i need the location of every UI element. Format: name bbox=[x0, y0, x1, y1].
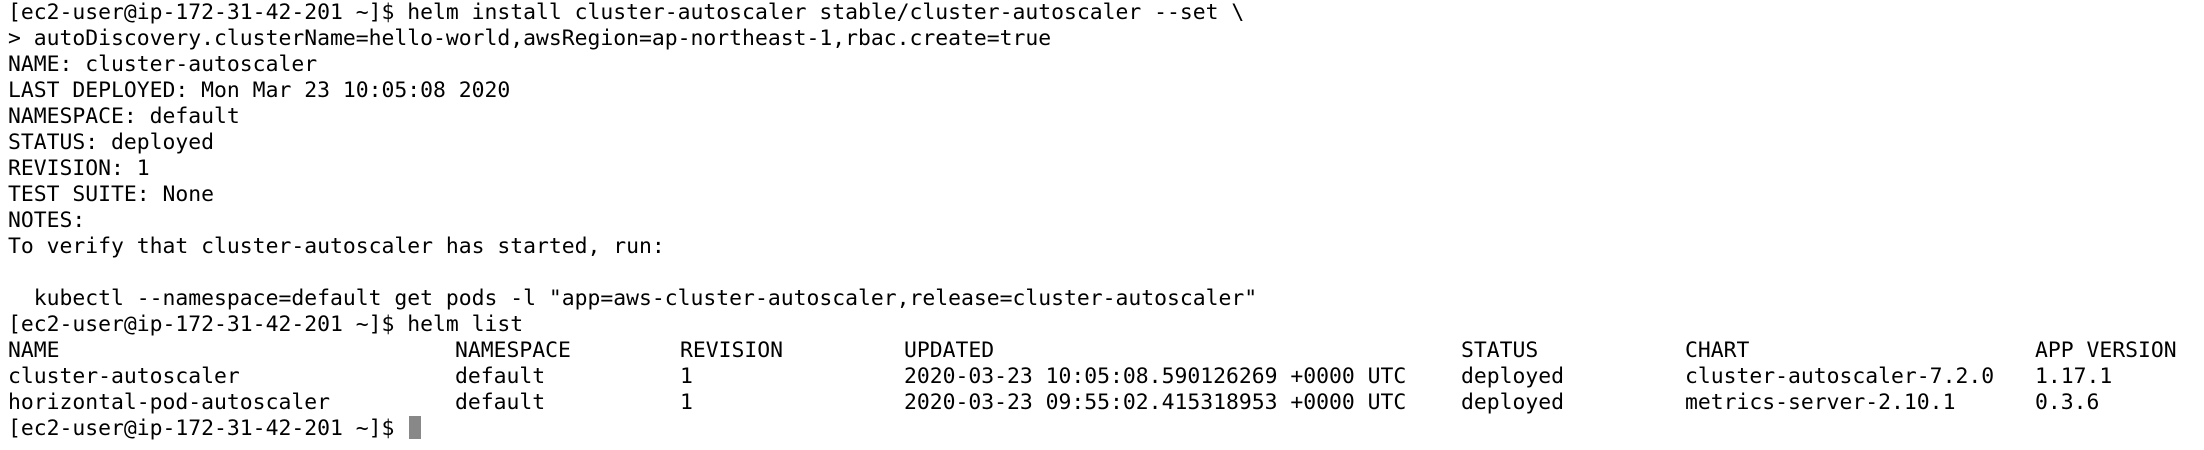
release-updated-cell: 2020-03-23 10:05:08.590126269 +0000 UTC bbox=[904, 364, 1407, 389]
column-header-namespace: NAMESPACE bbox=[455, 338, 571, 363]
release-revision-cell: 1 bbox=[680, 364, 693, 389]
terminal-line-revision: REVISION: 1 bbox=[8, 156, 150, 181]
table-row: cluster-autoscaler default 1 2020-03-23 … bbox=[8, 364, 2204, 390]
release-name-cell: horizontal-pod-autoscaler bbox=[8, 390, 330, 415]
terminal-line-notes-header: NOTES: bbox=[8, 208, 86, 233]
release-app-version-cell: 1.17.1 bbox=[2035, 364, 2113, 389]
text-cursor bbox=[409, 416, 422, 439]
helm-list-header-row: NAME NAMESPACE REVISION UPDATED STATUS C… bbox=[8, 338, 2204, 364]
terminal-input-line[interactable]: [ec2-user@ip-172-31-42-201 ~]$ bbox=[8, 416, 2204, 442]
column-header-name: NAME bbox=[8, 338, 60, 363]
terminal-line-continuation-args: > autoDiscovery.clusterName=hello-world,… bbox=[8, 26, 1052, 51]
release-app-version-cell: 0.3.6 bbox=[2035, 390, 2100, 415]
terminal-line-release-name: NAME: cluster-autoscaler bbox=[8, 52, 318, 77]
release-namespace-cell: default bbox=[455, 390, 546, 415]
release-revision-cell: 1 bbox=[680, 390, 693, 415]
terminal-window[interactable]: [ec2-user@ip-172-31-42-201 ~]$ helm inst… bbox=[0, 0, 2204, 450]
release-name-cell: cluster-autoscaler bbox=[8, 364, 240, 389]
terminal-line-helm-list-command: [ec2-user@ip-172-31-42-201 ~]$ helm list bbox=[8, 312, 524, 337]
column-header-status: STATUS bbox=[1461, 338, 1539, 363]
terminal-line-kubectl-command: kubectl --namespace=default get pods -l … bbox=[8, 286, 1258, 311]
terminal-line-last-deployed: LAST DEPLOYED: Mon Mar 23 10:05:08 2020 bbox=[8, 78, 511, 103]
column-header-chart: CHART bbox=[1685, 338, 1750, 363]
terminal-line-helm-install-command: [ec2-user@ip-172-31-42-201 ~]$ helm inst… bbox=[8, 0, 1245, 25]
terminal-line-status: STATUS: deployed bbox=[8, 130, 215, 155]
column-header-app-version: APP VERSION bbox=[2035, 338, 2177, 363]
terminal-line-namespace: NAMESPACE: default bbox=[8, 104, 240, 129]
release-status-cell: deployed bbox=[1461, 364, 1565, 389]
release-chart-cell: cluster-autoscaler-7.2.0 bbox=[1685, 364, 1995, 389]
column-header-updated: UPDATED bbox=[904, 338, 995, 363]
column-header-revision: REVISION bbox=[680, 338, 784, 363]
release-namespace-cell: default bbox=[455, 364, 546, 389]
release-updated-cell: 2020-03-23 09:55:02.415318953 +0000 UTC bbox=[904, 390, 1407, 415]
release-chart-cell: metrics-server-2.10.1 bbox=[1685, 390, 1956, 415]
shell-prompt: [ec2-user@ip-172-31-42-201 ~]$ bbox=[8, 416, 408, 441]
terminal-line-notes-verify: To verify that cluster-autoscaler has st… bbox=[8, 234, 665, 259]
release-status-cell: deployed bbox=[1461, 390, 1565, 415]
table-row: horizontal-pod-autoscaler default 1 2020… bbox=[8, 390, 2204, 416]
terminal-line-test-suite: TEST SUITE: None bbox=[8, 182, 215, 207]
